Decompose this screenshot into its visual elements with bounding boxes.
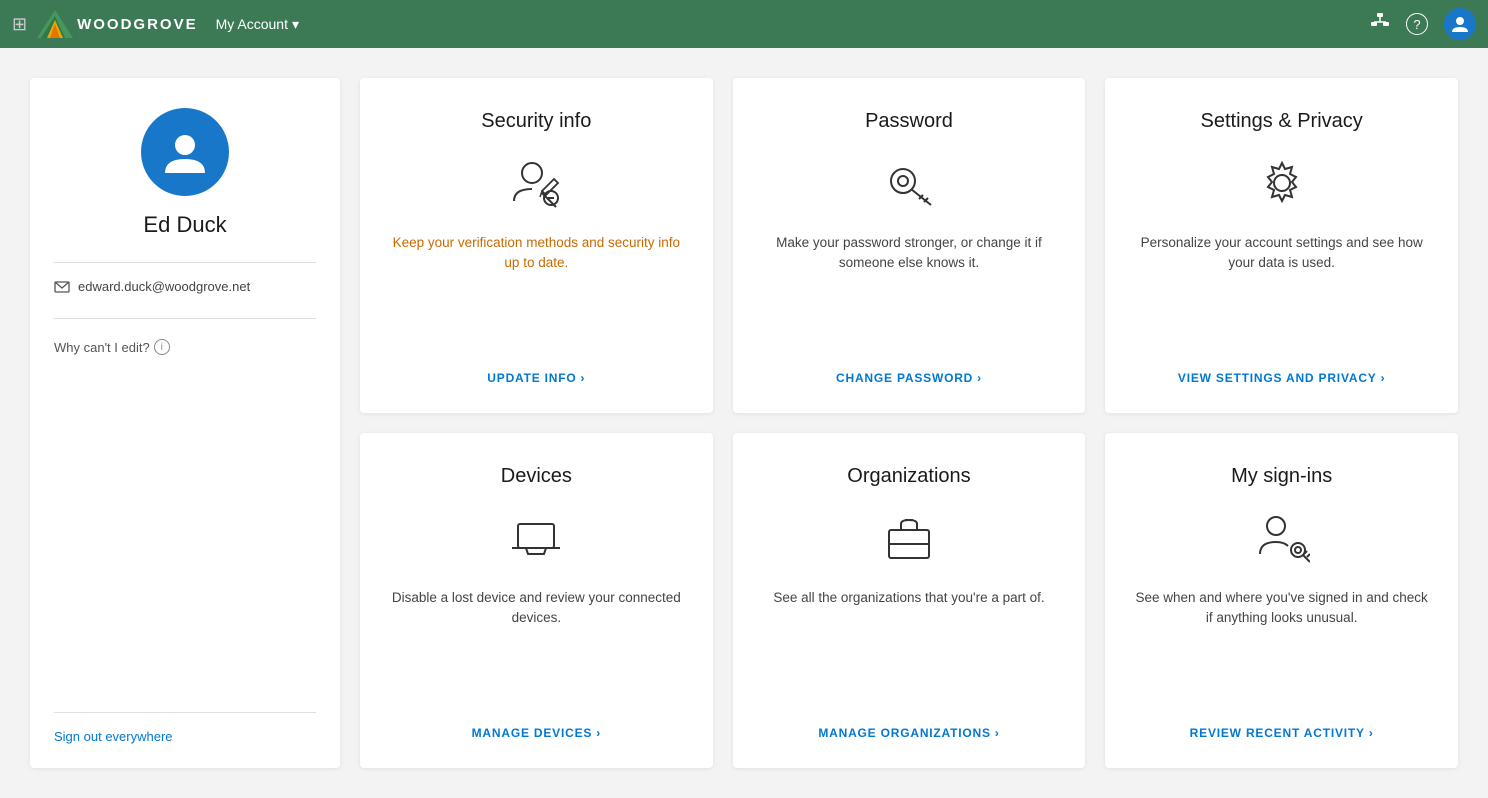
organizations-card: Organizations See all the organizations … [733, 433, 1086, 768]
my-account-button[interactable]: My Account ▾ [216, 16, 299, 33]
help-icon[interactable]: ? [1406, 13, 1428, 35]
devices-card: Devices Disable a lost device and review… [360, 433, 713, 768]
manage-organizations-chevron: › [995, 726, 1000, 740]
organizations-title: Organizations [847, 465, 970, 488]
settings-privacy-card: Settings & Privacy Personalize your acco… [1105, 78, 1458, 413]
organizations-description: See all the organizations that you're a … [773, 588, 1044, 706]
logo-text: WOODGROVE [77, 16, 198, 33]
password-card: Password Make your password stronger, or… [733, 78, 1086, 413]
devices-title: Devices [501, 465, 572, 488]
password-icon [879, 153, 939, 213]
profile-divider-bottom [54, 712, 316, 713]
profile-name: Ed Duck [143, 212, 226, 238]
profile-divider-mid [54, 318, 316, 319]
profile-card: Ed Duck edward.duck@woodgrove.net Why ca… [30, 78, 340, 768]
chevron-down-icon: ▾ [292, 16, 299, 33]
profile-email: edward.duck@woodgrove.net [78, 279, 250, 294]
my-sign-ins-icon [1252, 508, 1312, 568]
settings-privacy-icon [1252, 153, 1312, 213]
review-recent-activity-link[interactable]: REVIEW RECENT ACTIVITY › [1190, 726, 1374, 740]
why-cant-edit: Why can't I edit? i [54, 339, 170, 355]
security-info-icon [506, 153, 566, 213]
info-icon[interactable]: i [154, 339, 170, 355]
security-info-description: Keep your verification methods and secur… [388, 233, 685, 351]
manage-devices-link[interactable]: MANAGE DEVICES › [472, 726, 601, 740]
grid-icon[interactable]: ⊞ [12, 14, 27, 35]
change-password-chevron: › [977, 371, 982, 385]
update-info-chevron: › [581, 371, 586, 385]
profile-divider-top [54, 262, 316, 263]
settings-privacy-description: Personalize your account settings and se… [1133, 233, 1430, 351]
top-navigation: ⊞ WOODGROVE My Account ▾ ? [0, 0, 1488, 48]
settings-privacy-title: Settings & Privacy [1201, 110, 1363, 133]
my-sign-ins-card: My sign-ins See when and where you've si… [1105, 433, 1458, 768]
update-info-link[interactable]: UPDATE INFO › [487, 371, 585, 385]
main-content: Ed Duck edward.duck@woodgrove.net Why ca… [0, 48, 1488, 798]
manage-organizations-link[interactable]: MANAGE ORGANIZATIONS › [818, 726, 999, 740]
security-info-card: Security info Keep your verification met… [360, 78, 713, 413]
change-password-link[interactable]: CHANGE PASSWORD › [836, 371, 982, 385]
email-icon [54, 281, 70, 293]
devices-description: Disable a lost device and review your co… [388, 588, 685, 706]
review-recent-activity-chevron: › [1369, 726, 1374, 740]
cards-grid: Security info Keep your verification met… [360, 78, 1458, 768]
logo-svg [37, 10, 73, 38]
my-sign-ins-title: My sign-ins [1231, 465, 1332, 488]
org-diagram-icon[interactable] [1370, 12, 1390, 37]
security-info-title: Security info [481, 110, 591, 133]
my-account-label: My Account [216, 16, 288, 32]
sign-out-everywhere-link[interactable]: Sign out everywhere [54, 729, 173, 744]
logo: WOODGROVE [37, 10, 198, 38]
manage-devices-chevron: › [596, 726, 601, 740]
profile-email-row: edward.duck@woodgrove.net [54, 279, 250, 294]
user-avatar-button[interactable] [1444, 8, 1476, 40]
password-description: Make your password stronger, or change i… [761, 233, 1058, 351]
devices-icon [506, 508, 566, 568]
view-settings-privacy-link[interactable]: VIEW SETTINGS AND PRIVACY › [1178, 371, 1385, 385]
settings-privacy-chevron: › [1381, 371, 1386, 385]
profile-avatar [141, 108, 229, 196]
topnav-right: ? [1370, 8, 1476, 40]
my-sign-ins-description: See when and where you've signed in and … [1133, 588, 1430, 706]
organizations-icon [879, 508, 939, 568]
password-title: Password [865, 110, 953, 133]
